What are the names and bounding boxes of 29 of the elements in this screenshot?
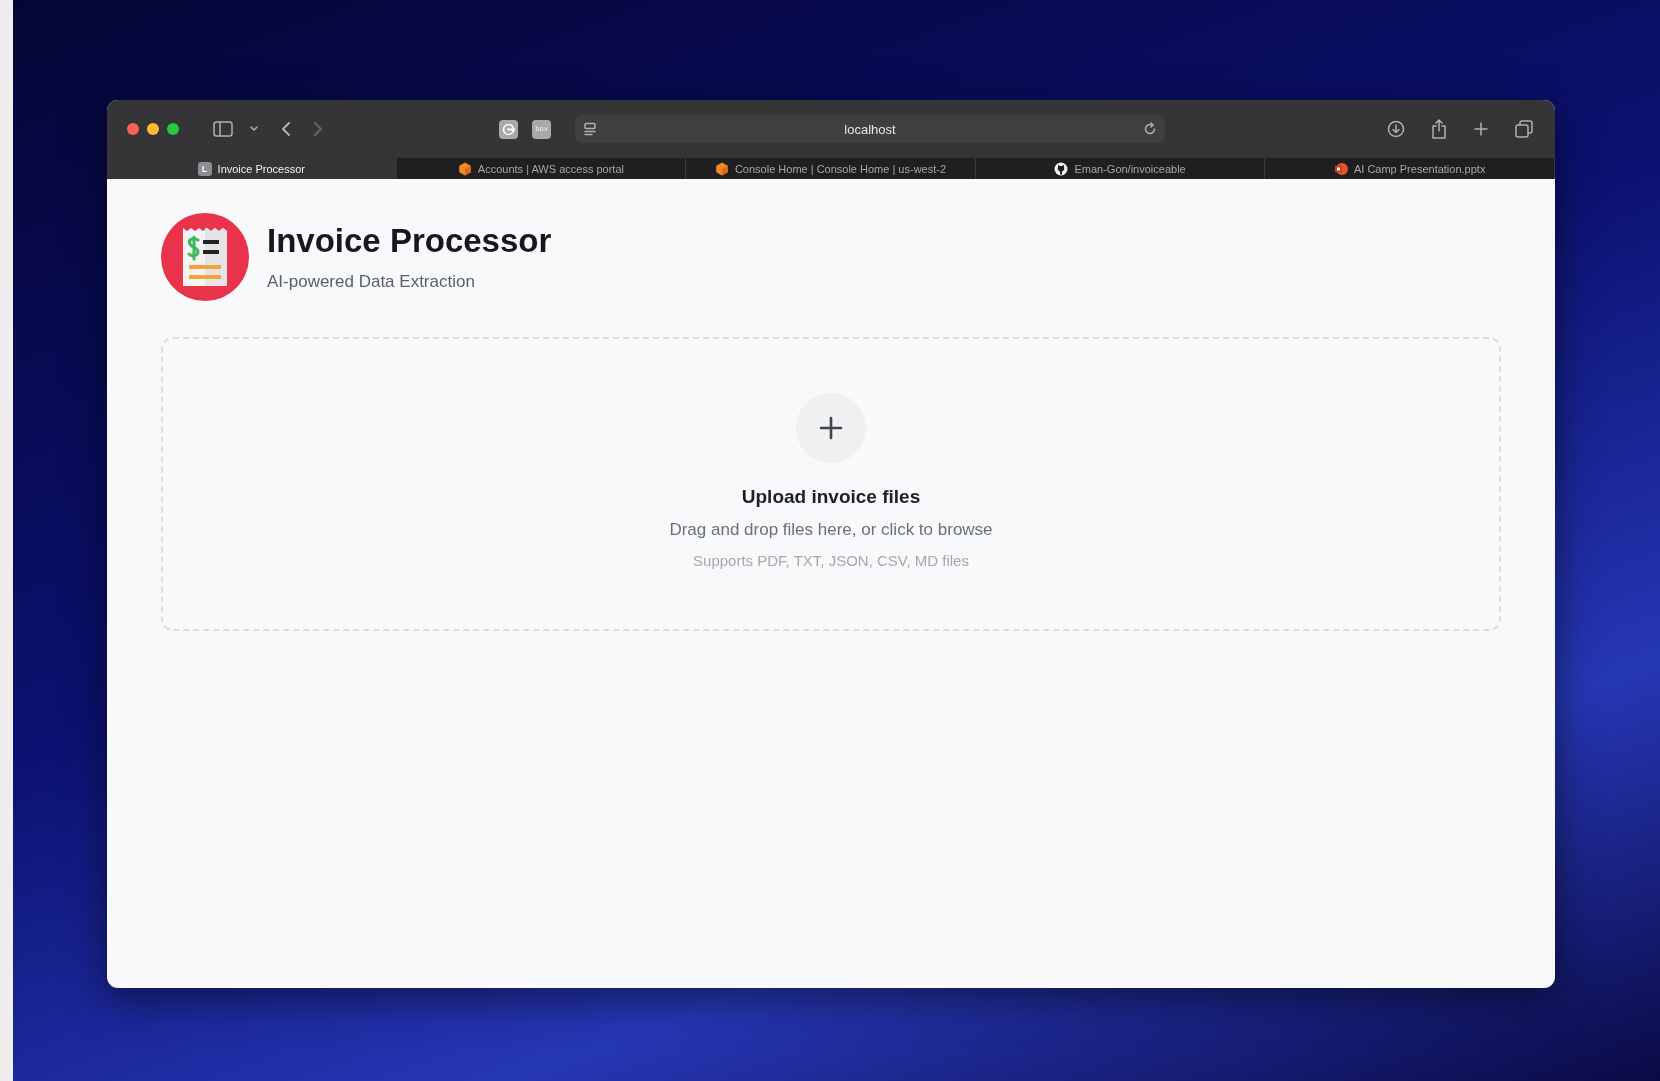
tab-overview-button[interactable]	[1515, 119, 1533, 139]
chevron-down-button[interactable]	[249, 125, 259, 133]
url-text: localhost	[843, 121, 897, 137]
upload-heading: Upload invoice files	[741, 486, 921, 508]
hexagon-icon	[714, 161, 729, 176]
extension-button[interactable]	[499, 119, 518, 139]
page-settings-icon[interactable]	[583, 122, 597, 136]
share-button[interactable]	[1431, 119, 1447, 139]
upload-instruction: Drag and drop files here, or click to browse	[669, 520, 993, 540]
app-title: Invoice Processor	[267, 222, 552, 260]
download-button[interactable]	[1387, 119, 1405, 139]
back-button[interactable]	[281, 121, 291, 137]
plus-icon	[818, 415, 844, 441]
reload-icon[interactable]	[1143, 122, 1157, 136]
window-control[interactable]	[127, 123, 139, 135]
address-bar[interactable]: localhost	[575, 115, 1165, 143]
window-control[interactable]	[167, 123, 179, 135]
new-tab-button[interactable]	[1473, 119, 1489, 139]
slides-icon	[1333, 161, 1348, 176]
hexagon-icon	[457, 161, 472, 176]
sidebar-button[interactable]	[213, 121, 233, 137]
supported-formats: Supports PDF, TXT, JSON, CSV, MD files	[693, 552, 969, 569]
cat-icon	[1054, 161, 1069, 176]
browser-tab[interactable]: L Invoice Processor	[107, 158, 397, 179]
window-control[interactable]	[147, 123, 159, 135]
plug-icon	[502, 122, 515, 136]
app-subtitle: AI-powered Data Extraction	[267, 272, 476, 292]
upload-dropzone[interactable]: Upload invoice files Drag and drop files here, or click to browse Supports PDF, TXT, JSON, CSV, MD files	[161, 337, 1501, 631]
favicon-letter: L	[197, 161, 212, 176]
